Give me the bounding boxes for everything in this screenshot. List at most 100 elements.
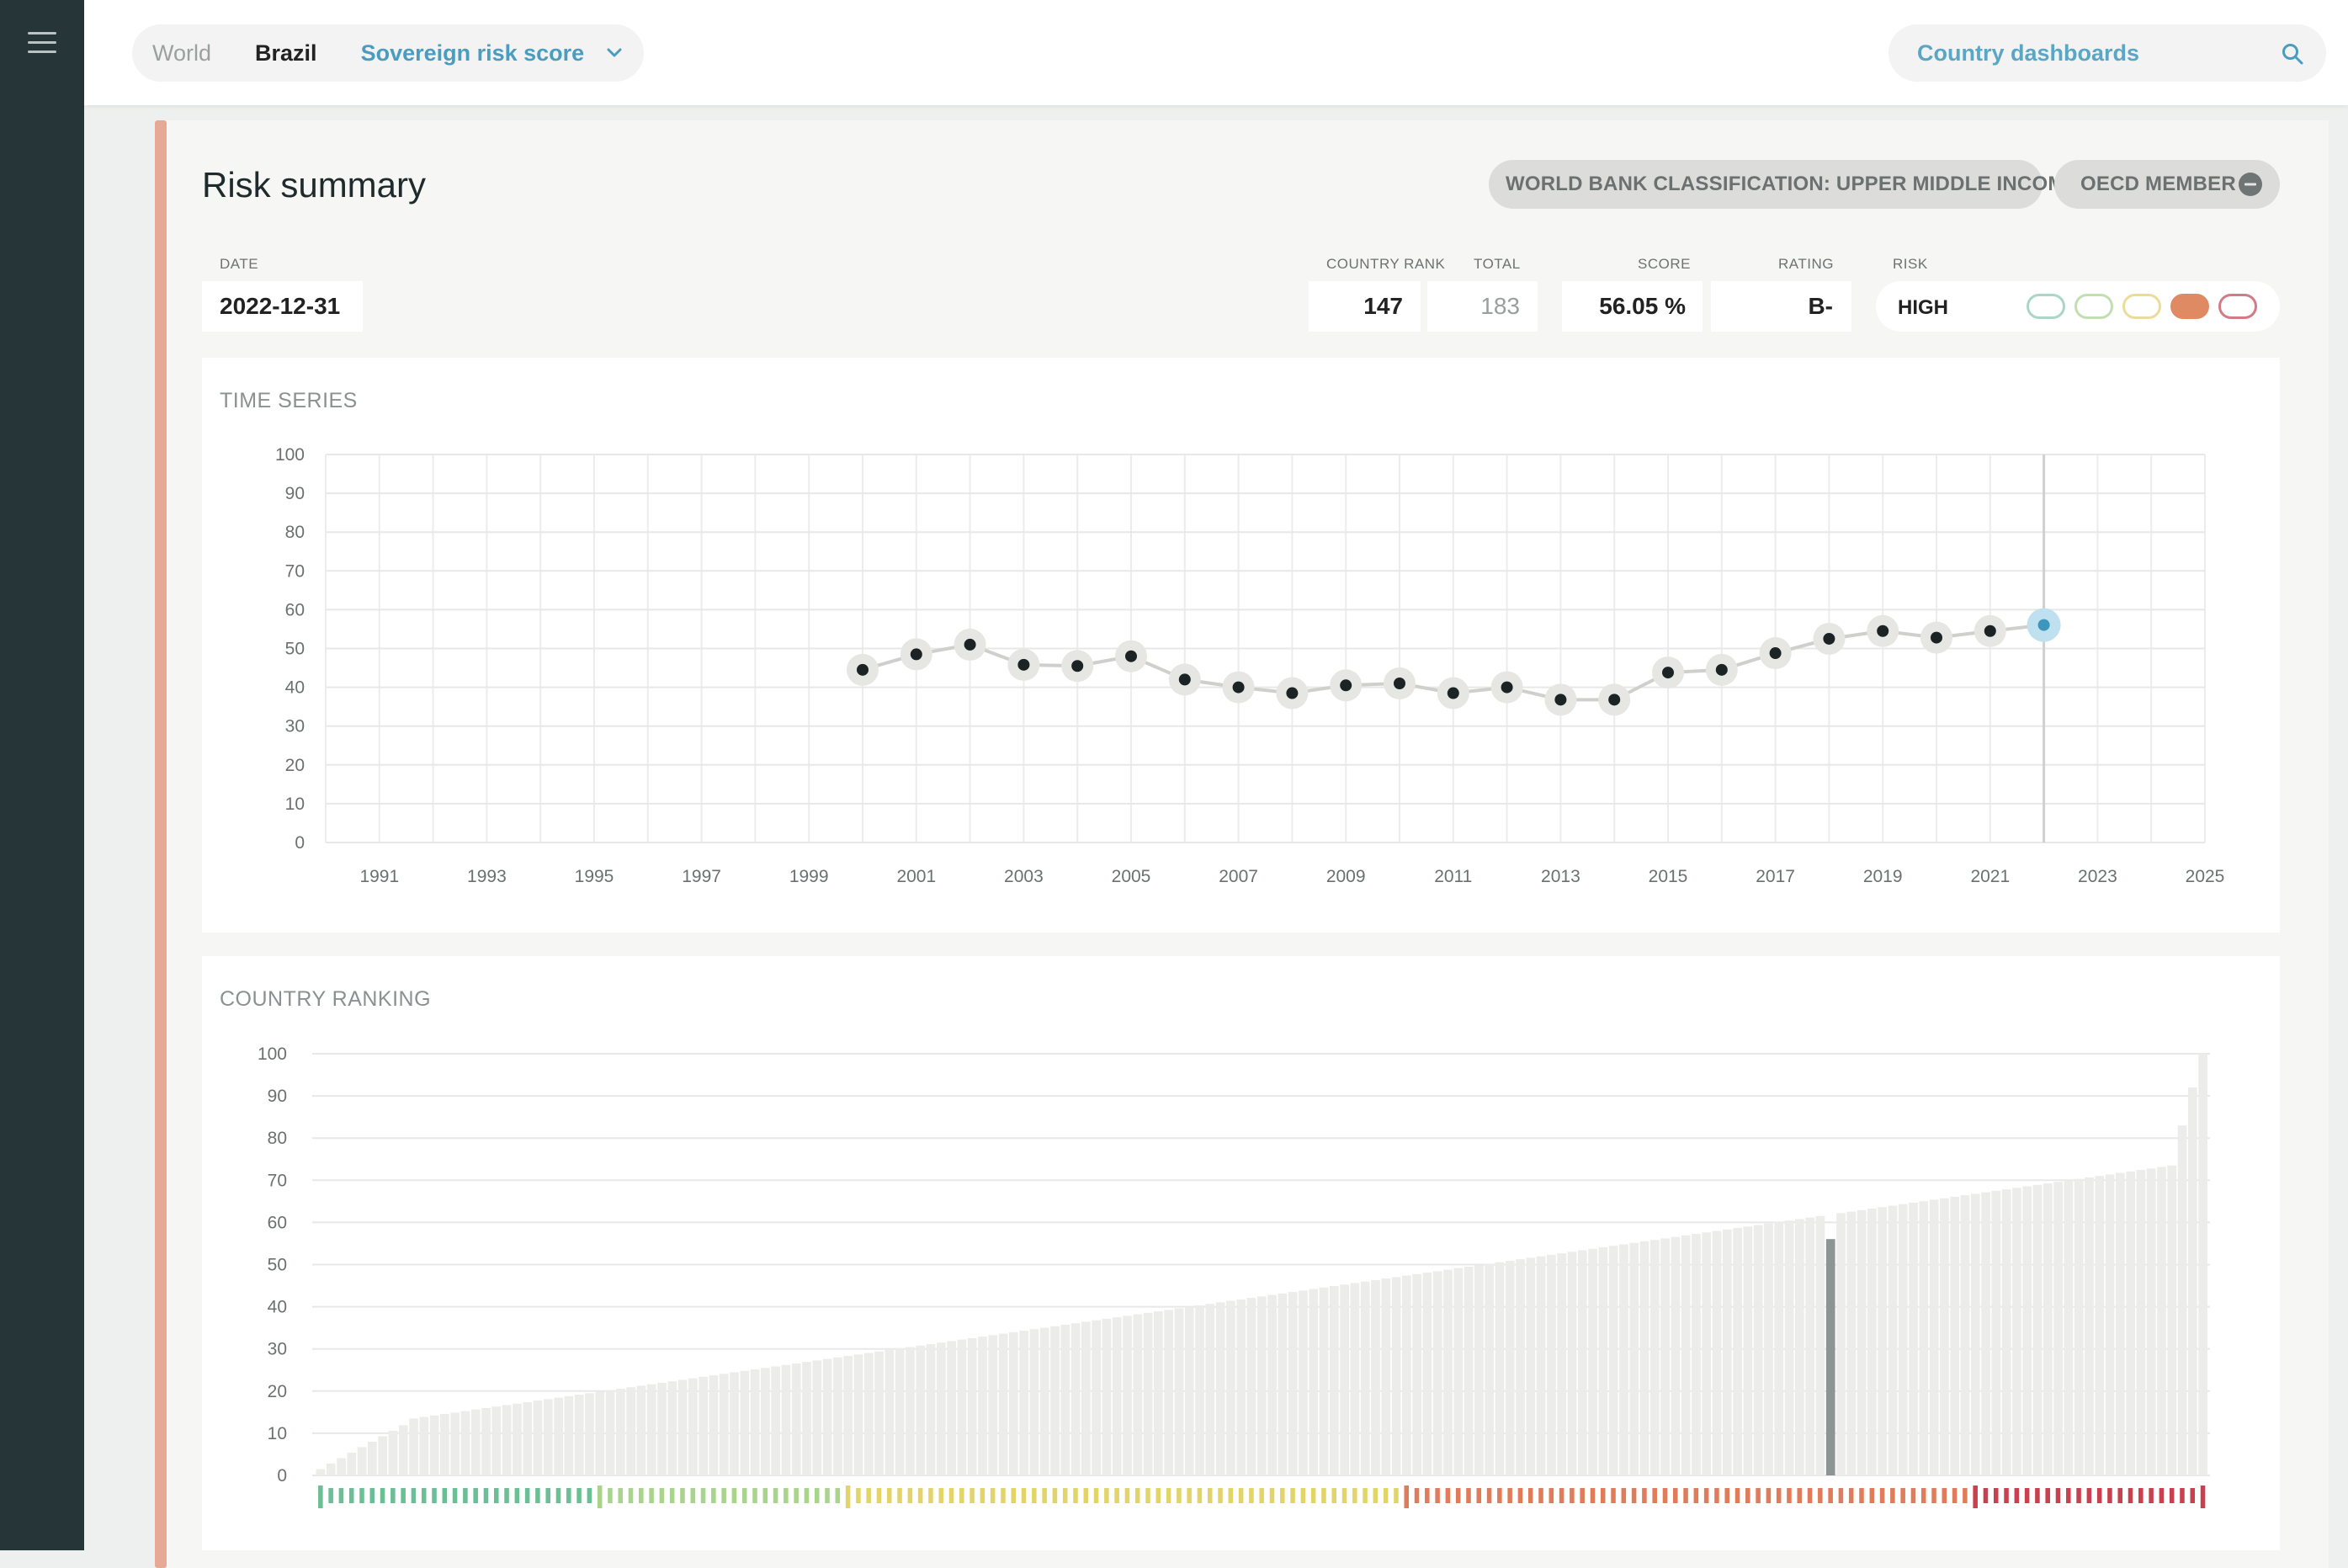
risk-band-tick <box>1756 1488 1761 1503</box>
ranking-bar <box>1081 1321 1091 1475</box>
search-icon[interactable] <box>2281 42 2304 66</box>
ranking-bar <box>1019 1331 1028 1475</box>
risk-band-tick <box>2055 1488 2061 1503</box>
risk-band-tick <box>618 1488 624 1503</box>
ranking-bar <box>730 1372 739 1475</box>
risk-band-tick <box>1145 1488 1150 1503</box>
risk-band-tick <box>1114 1488 1119 1503</box>
risk-band-tick <box>1838 1488 1844 1503</box>
y-tick-label: 100 <box>258 1044 287 1064</box>
risk-band-tick <box>928 1488 933 1503</box>
ranking-bar <box>1215 1302 1225 1475</box>
ranking-bar <box>626 1387 635 1475</box>
y-tick-label: 30 <box>268 1340 287 1359</box>
classification-label: WORLD BANK CLASSIFICATION: UPPER MIDDLE … <box>1506 173 2079 195</box>
risk-band-tick <box>1486 1488 1492 1503</box>
search-input[interactable] <box>1915 39 2272 67</box>
risk-band-tick <box>1166 1488 1171 1503</box>
risk-band-tick <box>1425 1488 1430 1503</box>
ranking-bar <box>1360 1281 1370 1475</box>
risk-band-tick <box>1869 1488 1875 1503</box>
ranking-bar <box>440 1414 449 1475</box>
time-series-chart: 0 10 20 30 40 50 60 70 80 90 100 1991 1993 1995 1997 19… <box>275 445 2224 886</box>
ranking-bar <box>357 1447 367 1475</box>
total-label: TOTAL <box>1474 256 1521 272</box>
ranking-bar <box>1909 1202 1918 1475</box>
ranking-bar <box>1422 1273 1432 1475</box>
ranking-bar <box>1649 1240 1660 1475</box>
ranking-bar <box>1598 1247 1608 1475</box>
country-rank-label: COUNTRY RANK <box>1326 256 1446 272</box>
ranking-bar <box>1526 1257 1536 1475</box>
rating-value: B- <box>1711 281 1851 332</box>
risk-dot-low <box>2074 294 2113 319</box>
ranking-bar <box>1267 1294 1277 1475</box>
risk-band-tick <box>1042 1488 1047 1503</box>
indicator-selector[interactable]: Sovereign risk score <box>361 40 585 66</box>
ranking-bar <box>316 1469 326 1475</box>
risk-band-tick <box>463 1488 468 1503</box>
data-point <box>1286 687 1299 699</box>
risk-band-tick <box>1331 1488 1336 1503</box>
data-point-current <box>2037 619 2050 631</box>
risk-band-tick <box>814 1488 820 1503</box>
oecd-member-badge[interactable]: OECD MEMBER <box>2054 160 2280 209</box>
ranking-bar <box>1205 1304 1215 1475</box>
y-tick-label: 100 <box>275 445 305 465</box>
hamburger-menu-icon[interactable] <box>28 32 56 54</box>
data-point <box>1071 660 1084 672</box>
risk-value: HIGH <box>1898 296 1948 319</box>
risk-band-tick <box>1238 1488 1244 1503</box>
ranking-bar <box>874 1351 884 1475</box>
ranking-bar <box>967 1337 977 1475</box>
breadcrumb-world[interactable]: World <box>152 40 211 66</box>
ranking-bar <box>719 1374 729 1475</box>
risk-band-tick <box>452 1488 458 1503</box>
data-point <box>1232 681 1245 694</box>
risk-band-tick <box>1983 1488 1989 1503</box>
breadcrumb-country[interactable]: Brazil <box>255 40 317 66</box>
risk-band-tick <box>2024 1488 2030 1503</box>
risk-band-tick <box>1373 1488 1379 1503</box>
y-tick-label: 50 <box>285 640 305 659</box>
risk-band-tick <box>804 1488 810 1503</box>
risk-band-tick <box>2169 1488 2175 1503</box>
risk-band-tick <box>566 1488 571 1503</box>
ranking-bar <box>605 1390 615 1475</box>
risk-band-tick <box>1455 1488 1461 1503</box>
risk-band-tick <box>442 1488 448 1503</box>
ranking-bar <box>1516 1259 1525 1475</box>
ranking-bar <box>1702 1232 1712 1475</box>
ranking-bar <box>554 1397 563 1475</box>
risk-band-tick <box>2128 1488 2133 1503</box>
risk-band-tick <box>1703 1488 1709 1503</box>
risk-band-tick <box>1652 1488 1657 1503</box>
ranking-bar <box>491 1406 502 1475</box>
risk-band-tick <box>1021 1488 1027 1503</box>
x-tick-label: 2013 <box>1541 867 1580 886</box>
chevron-down-icon[interactable] <box>606 45 623 61</box>
data-point <box>1823 632 1835 645</box>
ranking-bar <box>1950 1196 1960 1475</box>
ranking-bar <box>533 1401 543 1475</box>
x-tick-label: 2003 <box>1004 867 1044 886</box>
ranking-bar <box>1164 1310 1174 1475</box>
risk-band-tick <box>390 1488 396 1503</box>
y-tick-label: 40 <box>268 1298 287 1317</box>
x-tick-label: 2023 <box>2078 867 2117 886</box>
ranking-bar <box>1329 1285 1339 1475</box>
ranking-bar <box>1432 1271 1442 1475</box>
risk-band-tick <box>773 1488 778 1503</box>
risk-band-tick <box>1228 1488 1234 1503</box>
ranking-bar <box>1960 1195 1970 1475</box>
risk-band-tick <box>1952 1488 1958 1503</box>
risk-band-tick <box>1363 1488 1368 1503</box>
ranking-bar <box>791 1363 801 1475</box>
minus-circle-icon[interactable] <box>2239 173 2262 196</box>
risk-band-tick <box>1859 1488 1864 1503</box>
risk-band-tick <box>2149 1488 2154 1503</box>
risk-band-tick <box>1104 1488 1109 1503</box>
risk-band-tick <box>1394 1488 1399 1503</box>
risk-band-tick <box>1062 1488 1068 1503</box>
x-tick-label: 2019 <box>1863 867 1903 886</box>
